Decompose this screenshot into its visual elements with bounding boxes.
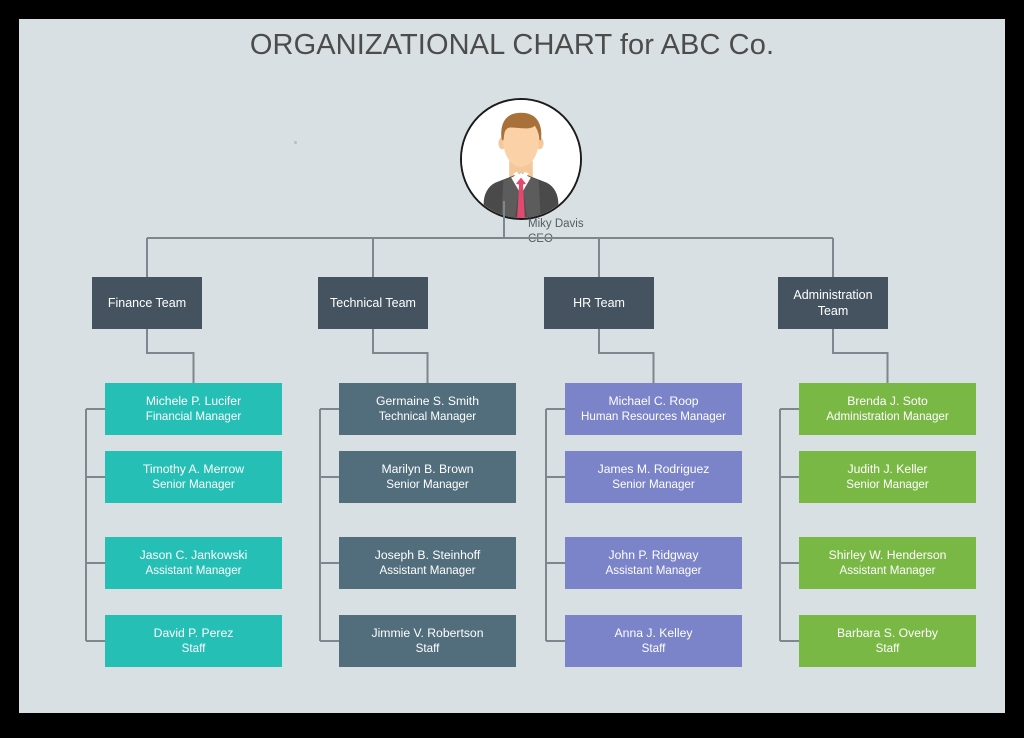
- person-name: Jimmie V. Robertson: [371, 626, 484, 640]
- person-card[interactable]: Jason C. Jankowski Assistant Manager: [105, 537, 282, 589]
- person-name: Marilyn B. Brown: [381, 462, 474, 476]
- person-card[interactable]: Jimmie V. Robertson Staff: [339, 615, 516, 667]
- person-role: Staff: [875, 642, 900, 655]
- person-card[interactable]: Joseph B. Steinhoff Assistant Manager: [339, 537, 516, 589]
- person-role: Financial Manager: [145, 410, 242, 423]
- org-chart-canvas: ORGANIZATIONAL CHART for ABC Co. Miky Da…: [19, 19, 1005, 713]
- person-role: Human Resources Manager: [581, 410, 726, 423]
- person-name: Timothy A. Merrow: [142, 462, 245, 476]
- image-frame: ORGANIZATIONAL CHART for ABC Co. Miky Da…: [0, 0, 1024, 738]
- person-card[interactable]: James M. Rodriguez Senior Manager: [565, 451, 742, 503]
- person-card[interactable]: Timothy A. Merrow Senior Manager: [105, 451, 282, 503]
- person-card[interactable]: Michael C. Roop Human Resources Manager: [565, 383, 742, 435]
- person-card[interactable]: Michele P. Lucifer Financial Manager: [105, 383, 282, 435]
- person-role: Assistant Manager: [379, 564, 476, 577]
- page-title: ORGANIZATIONAL CHART for ABC Co.: [249, 29, 775, 61]
- person-role: Technical Manager: [378, 410, 477, 423]
- person-name: James M. Rodriguez: [597, 462, 710, 476]
- dept-header-hr[interactable]: HR Team: [544, 277, 654, 329]
- person-role: Senior Manager: [386, 478, 469, 491]
- dept-header-technical[interactable]: Technical Team: [318, 277, 428, 329]
- person-role: Staff: [181, 642, 206, 655]
- dept-header-administration[interactable]: Administration Team: [778, 277, 888, 329]
- person-role: Staff: [415, 642, 440, 655]
- person-card[interactable]: Barbara S. Overby Staff: [799, 615, 976, 667]
- ceo-label: Miky Davis CEO: [528, 217, 584, 247]
- person-role: Staff: [641, 642, 666, 655]
- person-name: Anna J. Kelley: [614, 626, 693, 640]
- person-card[interactable]: Anna J. Kelley Staff: [565, 615, 742, 667]
- person-name: Joseph B. Steinhoff: [374, 548, 481, 562]
- person-card[interactable]: John P. Ridgway Assistant Manager: [565, 537, 742, 589]
- person-name: David P. Perez: [153, 626, 234, 640]
- person-role: Senior Manager: [846, 478, 929, 491]
- person-role: Senior Manager: [152, 478, 235, 491]
- person-name: Germaine S. Smith: [376, 394, 479, 408]
- person-role: Assistant Manager: [839, 564, 936, 577]
- person-name: Judith J. Keller: [847, 462, 928, 476]
- person-role: Assistant Manager: [145, 564, 242, 577]
- person-role: Senior Manager: [612, 478, 695, 491]
- person-name: Shirley W. Henderson: [828, 548, 947, 562]
- dept-header-finance[interactable]: Finance Team: [92, 277, 202, 329]
- person-name: Brenda J. Soto: [847, 394, 928, 408]
- person-name: Michael C. Roop: [608, 394, 699, 408]
- person-card[interactable]: Germaine S. Smith Technical Manager: [339, 383, 516, 435]
- person-card[interactable]: Judith J. Keller Senior Manager: [799, 451, 976, 503]
- person-card[interactable]: Shirley W. Henderson Assistant Manager: [799, 537, 976, 589]
- person-name: Barbara S. Overby: [837, 626, 938, 640]
- person-card[interactable]: Brenda J. Soto Administration Manager: [799, 383, 976, 435]
- person-role: Administration Manager: [826, 410, 949, 423]
- person-name: Jason C. Jankowski: [139, 548, 248, 562]
- person-card[interactable]: David P. Perez Staff: [105, 615, 282, 667]
- ceo-name: Miky Davis: [528, 218, 584, 230]
- person-name: John P. Ridgway: [608, 548, 699, 562]
- ceo-role: CEO: [528, 233, 553, 245]
- person-card[interactable]: Marilyn B. Brown Senior Manager: [339, 451, 516, 503]
- decorative-dot: [294, 141, 297, 144]
- ceo-avatar: [460, 98, 582, 220]
- person-role: Assistant Manager: [605, 564, 702, 577]
- person-name: Michele P. Lucifer: [145, 394, 242, 408]
